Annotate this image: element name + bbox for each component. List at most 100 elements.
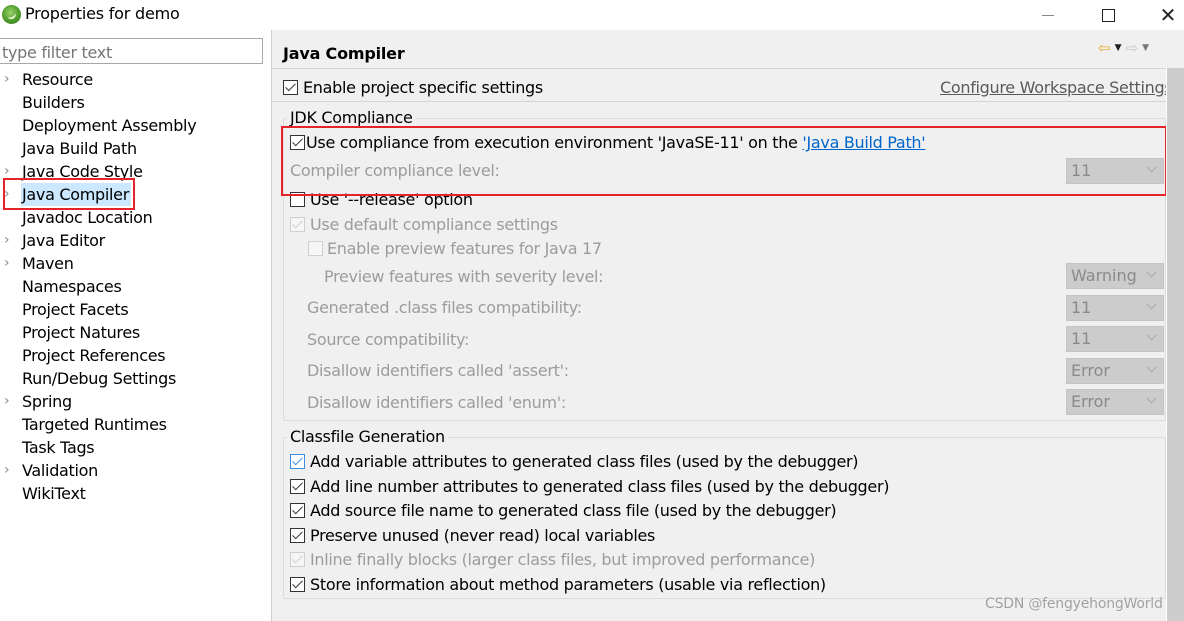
classfile-option-checkbox[interactable]: Add line number attributes to generated …: [290, 477, 889, 496]
property-tree: › Resource Builders Deployment Assembly Java…: [0, 68, 271, 505]
watermark-text: CSDN @fengyehongWorld: [985, 596, 1163, 612]
property-page: Java Compiler ⇦ ▼ ⇨ ▼ Enable project spe…: [272, 30, 1184, 621]
minimize-icon: [1042, 14, 1054, 16]
chevron-right-icon[interactable]: ›: [4, 390, 16, 413]
preview-severity-combo[interactable]: Warning: [1066, 263, 1164, 289]
checkbox-label: Enable preview features for Java 17: [327, 239, 602, 258]
source-compat-combo[interactable]: 11: [1066, 326, 1164, 352]
back-dropdown-icon[interactable]: ▼: [1115, 43, 1122, 53]
checkbox-icon[interactable]: [290, 552, 305, 568]
classfile-generation-title: Classfile Generation: [287, 427, 448, 446]
chevron-right-icon[interactable]: ›: [4, 459, 16, 482]
chevron-down-icon: [1146, 330, 1157, 341]
checkbox-icon[interactable]: [308, 241, 323, 256]
disallow-enum-combo[interactable]: Error: [1066, 389, 1164, 415]
checkbox-label: Store information about method parameter…: [310, 575, 826, 594]
minimize-button[interactable]: [1020, 0, 1076, 30]
back-arrow-icon[interactable]: ⇦: [1098, 39, 1111, 57]
configure-workspace-settings-link[interactable]: Configure Workspace Settings...: [940, 78, 1184, 97]
tree-item-label: WikiText: [22, 484, 86, 503]
combo-value: 11: [1071, 298, 1092, 317]
classfile-option-checkbox[interactable]: Add variable attributes to generated cla…: [290, 452, 859, 471]
tree-item-task-tags[interactable]: Task Tags: [0, 436, 271, 459]
checkbox-icon[interactable]: [290, 503, 305, 519]
history-nav: ⇦ ▼ ⇨ ▼: [1098, 39, 1149, 57]
highlight-box-compliance: [281, 126, 1167, 196]
chevron-right-icon[interactable]: ›: [4, 252, 16, 275]
checkbox-label: Use default compliance settings: [310, 215, 558, 234]
tree-item-validation[interactable]: › Validation: [0, 459, 271, 482]
enable-project-settings-checkbox[interactable]: Enable project specific settings: [283, 78, 543, 97]
tree-item-targeted-runtimes[interactable]: Targeted Runtimes: [0, 413, 271, 436]
window-title: Properties for demo: [25, 4, 180, 23]
checkbox-label: Add variable attributes to generated cla…: [310, 452, 859, 471]
use-default-compliance-checkbox[interactable]: Use default compliance settings: [290, 215, 558, 234]
tree-item-label: Maven: [22, 254, 74, 273]
preview-severity-label: Preview features with severity level:: [324, 267, 604, 286]
tree-item-java-editor[interactable]: › Java Editor: [0, 229, 271, 252]
title-separator: [272, 68, 1184, 69]
checkbox-icon[interactable]: [290, 577, 305, 592]
close-button[interactable]: ✕: [1140, 0, 1184, 30]
chevron-down-icon: [1146, 267, 1157, 278]
tree-item-maven[interactable]: › Maven: [0, 252, 271, 275]
settings-separator: [272, 101, 1166, 102]
tree-item-run-debug-settings[interactable]: Run/Debug Settings: [0, 367, 271, 390]
forward-dropdown-icon[interactable]: ▼: [1142, 43, 1149, 53]
tree-item-project-facets[interactable]: Project Facets: [0, 298, 271, 321]
tree-item-label: Task Tags: [22, 438, 95, 457]
classfile-option-checkbox[interactable]: Add source file name to generated class …: [290, 501, 837, 521]
combo-value: Warning: [1071, 266, 1137, 285]
chevron-right-icon[interactable]: ›: [4, 229, 16, 252]
filter-input[interactable]: [0, 38, 263, 64]
maximize-button[interactable]: [1080, 0, 1136, 30]
tree-item-namespaces[interactable]: Namespaces: [0, 275, 271, 298]
checkbox-icon[interactable]: [283, 80, 298, 95]
jdk-compliance-title: JDK Compliance: [287, 108, 416, 127]
checkbox-icon[interactable]: [290, 217, 305, 232]
property-navigation: › Resource Builders Deployment Assembly Java…: [0, 30, 271, 621]
checkbox-icon[interactable]: [290, 527, 305, 543]
tree-item-label: Java Build Path: [22, 139, 137, 158]
classfile-option-checkbox[interactable]: Store information about method parameter…: [290, 575, 826, 594]
tree-item-label: Project Facets: [22, 300, 129, 319]
tree-item-label: Java Editor: [22, 231, 105, 250]
tree-item-label: Project Natures: [22, 323, 140, 342]
tree-item-project-references[interactable]: Project References: [0, 344, 271, 367]
tree-item-deployment-assembly[interactable]: Deployment Assembly: [0, 114, 271, 137]
tree-item-resource[interactable]: › Resource: [0, 68, 271, 91]
generated-class-combo[interactable]: 11: [1066, 295, 1164, 321]
disallow-enum-label: Disallow identifiers called 'enum':: [307, 393, 566, 412]
vertical-scrollbar[interactable]: [1166, 68, 1184, 621]
checkbox-label: Add line number attributes to generated …: [310, 476, 890, 496]
tree-item-label: Targeted Runtimes: [22, 415, 167, 434]
tree-item-java-build-path[interactable]: Java Build Path: [0, 137, 271, 160]
tree-item-label: Resource: [22, 70, 93, 89]
chevron-down-icon: [1146, 299, 1157, 310]
checkbox-label: Add source file name to generated class …: [310, 501, 837, 521]
tree-item-label: Run/Debug Settings: [22, 369, 176, 388]
tree-item-spring[interactable]: › Spring: [0, 390, 271, 413]
combo-value: 11: [1071, 329, 1092, 348]
combo-value: Error: [1071, 392, 1110, 411]
forward-arrow-icon[interactable]: ⇨: [1126, 39, 1139, 57]
disallow-assert-combo[interactable]: Error: [1066, 358, 1164, 384]
tree-item-label: Spring: [22, 392, 72, 411]
checkbox-icon[interactable]: [290, 454, 305, 469]
checkbox-icon[interactable]: [290, 478, 305, 494]
classfile-option-checkbox[interactable]: Preserve unused (never read) local varia…: [290, 526, 655, 545]
tree-item-label: Builders: [22, 93, 85, 112]
chevron-right-icon[interactable]: ›: [4, 68, 16, 91]
combo-value: Error: [1071, 361, 1110, 380]
classfile-option-checkbox[interactable]: Inline finally blocks (larger class file…: [290, 550, 815, 569]
tree-item-label: Validation: [22, 461, 99, 480]
source-compat-label: Source compatibility:: [307, 330, 470, 349]
checkbox-label: Enable project specific settings: [303, 78, 543, 97]
tree-item-project-natures[interactable]: Project Natures: [0, 321, 271, 344]
page-title: Java Compiler: [283, 44, 405, 63]
tree-item-wikitext[interactable]: WikiText: [0, 482, 271, 505]
checkbox-label: Inline finally blocks (larger class file…: [310, 550, 816, 570]
tree-item-builders[interactable]: Builders: [0, 91, 271, 114]
generated-class-label: Generated .class files compatibility:: [307, 298, 582, 317]
enable-preview-checkbox[interactable]: Enable preview features for Java 17: [308, 239, 602, 258]
